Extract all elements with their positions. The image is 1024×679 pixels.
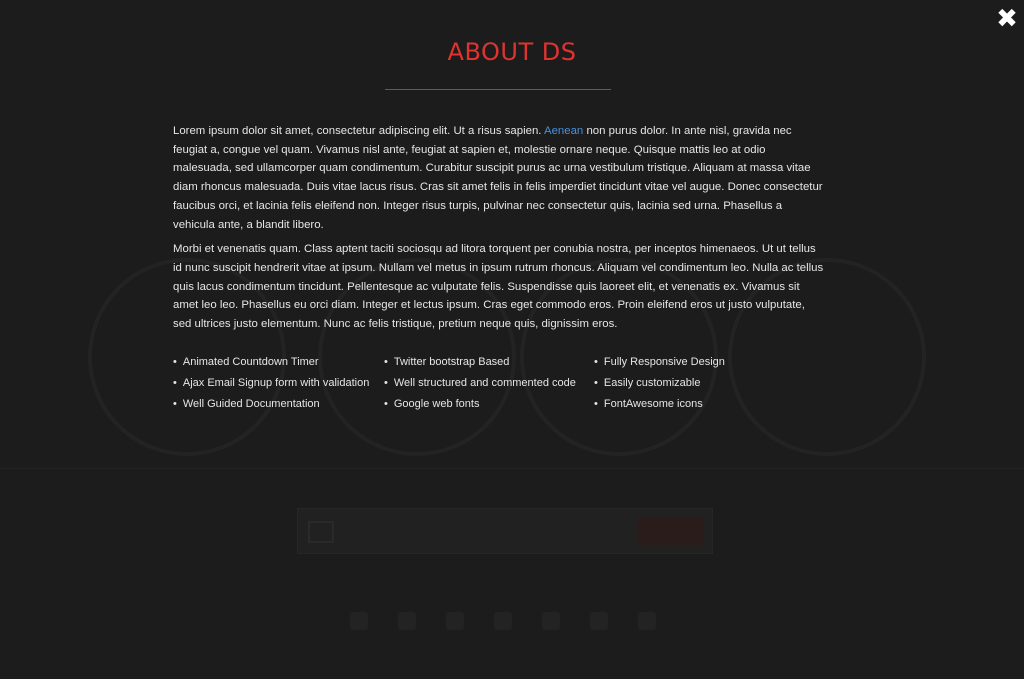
bg-divider [0, 468, 1024, 469]
twitter-icon [398, 612, 416, 630]
close-icon[interactable]: ✖ [996, 6, 1018, 32]
google-plus-icon [446, 612, 464, 630]
title-underline [385, 89, 611, 90]
feature-item: Well Guided Documentation [173, 395, 384, 414]
feature-item: Animated Countdown Timer [173, 353, 384, 372]
aenean-link[interactable]: Aenean [544, 125, 583, 137]
feature-item: Easily customizable [594, 374, 814, 393]
paragraph-1: Lorem ipsum dolor sit amet, consectetur … [173, 122, 825, 234]
feature-item: Twitter bootstrap Based [384, 353, 594, 372]
feature-item: Ajax Email Signup form with validation [173, 374, 384, 393]
features-list: Animated Countdown Timer Twitter bootstr… [173, 353, 814, 414]
paragraph-1-text-cont: non purus dolor. In ante nisl, gravida n… [173, 125, 823, 231]
modal-title: ABOUT DS [447, 38, 577, 66]
dribbble-icon [590, 612, 608, 630]
modal-content: Lorem ipsum dolor sit amet, consectetur … [173, 122, 825, 340]
feature-item: FontAwesome icons [594, 395, 814, 414]
linkedin-icon [494, 612, 512, 630]
feature-item: Well structured and commented code [384, 374, 594, 393]
instagram-icon [638, 612, 656, 630]
feature-item: Fully Responsive Design [594, 353, 814, 372]
bg-subscribe-button [638, 517, 704, 545]
paragraph-1-text: Lorem ipsum dolor sit amet, consectetur … [173, 125, 544, 137]
mail-icon [308, 521, 334, 543]
youtube-icon [542, 612, 560, 630]
bg-social-icons [350, 612, 656, 630]
paragraph-2: Morbi et venenatis quam. Class aptent ta… [173, 243, 824, 331]
feature-item: Google web fonts [384, 395, 594, 414]
facebook-icon [350, 612, 368, 630]
bg-subscribe-form [297, 508, 713, 554]
